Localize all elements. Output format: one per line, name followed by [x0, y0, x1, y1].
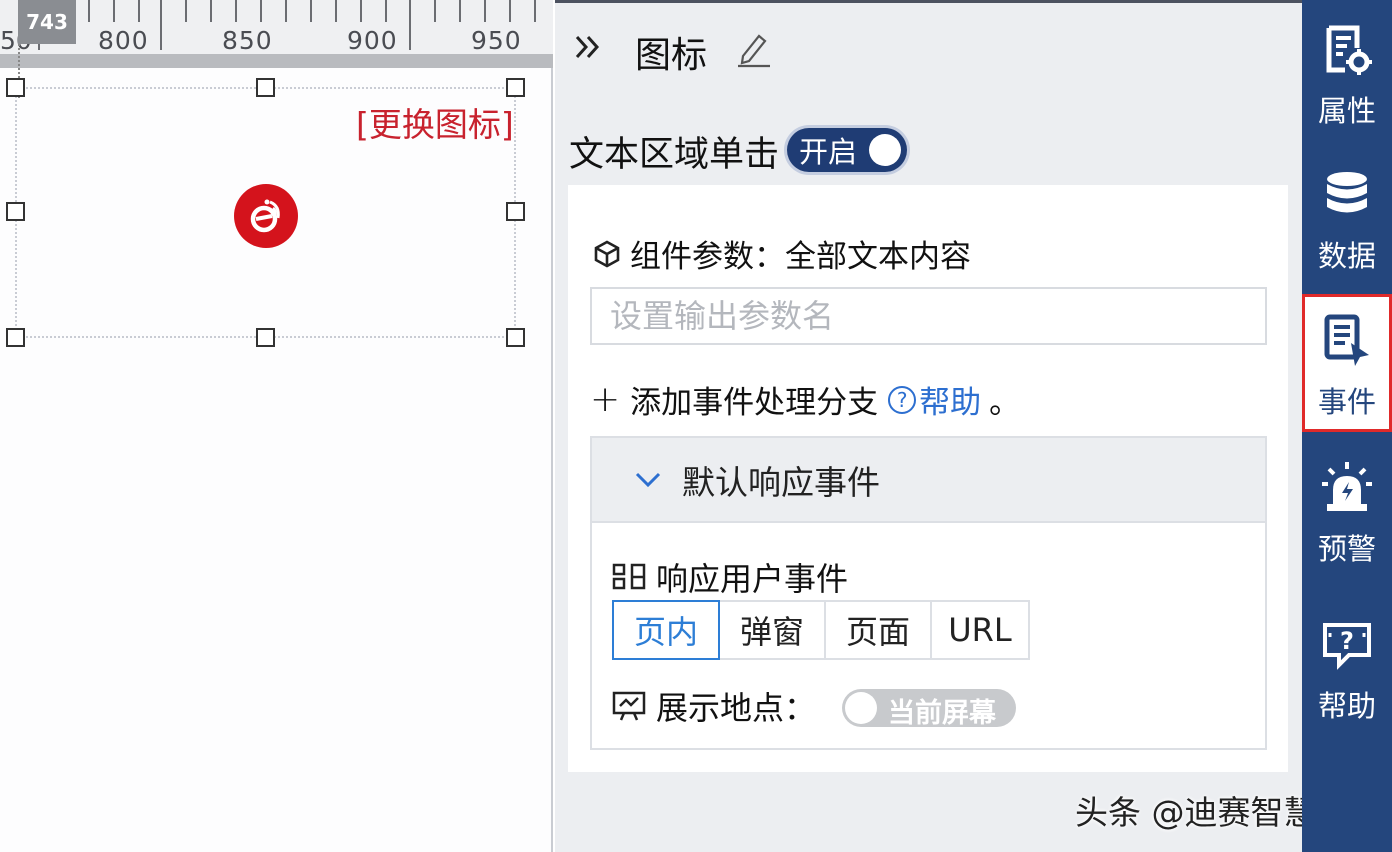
replace-icon-link[interactable]: [更换图标] — [356, 98, 514, 146]
ruler-tick — [534, 0, 536, 22]
tab-in-page[interactable]: 页内 — [612, 600, 720, 660]
ruler-tick — [285, 0, 287, 22]
response-user-event-label: 响应用户事件 — [656, 560, 849, 598]
alarm-siren-icon — [1322, 462, 1372, 511]
text-click-label: 文本区域单击 — [569, 135, 780, 175]
ruler-tick — [484, 0, 486, 22]
sentence-period: 。 — [989, 385, 1021, 421]
ruler-tick — [260, 0, 262, 22]
resize-handle-s[interactable] — [256, 328, 275, 347]
default-event-collapse: 默认响应事件 响应用户事件 页内 弹窗 页面 URL 展示地点： 当前屏幕 — [590, 436, 1267, 750]
cube-icon — [594, 240, 620, 267]
sidebar-item-events[interactable]: 事件 — [1302, 294, 1392, 432]
ruler-tick-label: 900 — [347, 26, 398, 54]
ruler-tick — [88, 0, 90, 22]
add-event-branch-row[interactable]: + 添加事件处理分支 ? 帮助 。 — [590, 377, 1020, 422]
resize-handle-sw[interactable] — [6, 328, 25, 347]
tab-url[interactable]: URL — [930, 600, 1030, 660]
design-canvas[interactable]: 50 800 850 900 950 743 [更换图标] — [0, 0, 553, 852]
resize-handle-se[interactable] — [506, 328, 525, 347]
event-config-card: 组件参数：全部文本内容 + 添加事件处理分支 ? 帮助 。 默认响应事件 — [568, 185, 1288, 772]
event-target-tabs: 页内 弹窗 页面 URL — [612, 600, 1030, 660]
resize-handle-ne[interactable] — [506, 78, 525, 97]
ruler-tick — [385, 0, 387, 22]
response-user-event-row: 响应用户事件 — [612, 554, 848, 600]
logo-glyph-icon — [250, 199, 280, 233]
ruler-tick — [434, 0, 436, 22]
sitemap-icon — [612, 563, 646, 590]
ruler-tick-label: 800 — [98, 26, 149, 54]
sidebar-item-label: 帮助 — [1317, 689, 1376, 723]
ruler-tick — [509, 0, 511, 22]
double-chevron-right-icon[interactable] — [573, 30, 603, 71]
toggle-knob — [869, 134, 901, 166]
ruler-tick — [138, 0, 140, 22]
question-circle-icon: ? — [888, 385, 917, 414]
ruler-tick — [210, 0, 212, 22]
ruler-tick — [310, 0, 312, 22]
settings-document-icon — [1326, 25, 1372, 75]
app-window: 50 800 850 900 950 743 [更换图标] 图标 文本区域单击 … — [0, 0, 1392, 852]
ruler-tick — [113, 0, 115, 22]
event-document-cursor-icon — [1324, 314, 1369, 366]
output-param-name-input[interactable] — [590, 287, 1267, 345]
display-location-label: 展示地点： — [656, 689, 817, 727]
toggle-label: 当前屏幕 — [888, 698, 996, 729]
ruler-tick — [409, 0, 411, 50]
text-click-toggle[interactable]: 开启 — [787, 128, 907, 172]
panel-top-border — [555, 0, 1302, 3]
toggle-knob — [845, 692, 877, 724]
pencil-icon[interactable] — [737, 30, 771, 68]
ruler-tick — [360, 0, 362, 22]
ruler-scroll-track[interactable] — [0, 54, 553, 68]
resize-handle-nw[interactable] — [6, 78, 25, 97]
add-event-branch-label[interactable]: 添加事件处理分支 — [630, 377, 878, 422]
ruler-tick-label: 850 — [222, 26, 273, 54]
display-location-toggle[interactable]: 当前屏幕 — [842, 689, 1016, 729]
help-question-icon: ? — [1323, 623, 1371, 670]
help-link[interactable]: ? 帮助 — [888, 377, 981, 422]
chevron-down-icon — [635, 472, 661, 487]
display-location-row: 展示地点： — [612, 683, 816, 729]
ruler-tick — [185, 0, 187, 22]
svg-text:?: ? — [1340, 627, 1354, 655]
panel-title: 图标 — [635, 35, 708, 76]
horizontal-ruler: 50 800 850 900 950 743 — [0, 0, 553, 54]
ruler-tick — [160, 0, 162, 50]
ruler-tick — [335, 0, 337, 22]
help-link-label[interactable]: 帮助 — [919, 377, 981, 422]
sidebar-item-alerts[interactable]: 预警 — [1302, 438, 1392, 578]
ruler-tick — [459, 0, 461, 22]
sidebar-item-label: 数据 — [1317, 239, 1376, 273]
tab-page[interactable]: 页面 — [824, 600, 932, 660]
ruler-tick — [235, 0, 237, 22]
sidebar-item-label: 属性 — [1317, 94, 1376, 128]
resize-handle-n[interactable] — [256, 78, 275, 97]
resize-handle-w[interactable] — [6, 202, 25, 221]
right-sidebar: 属性 数据 事件 预警 ? 帮助 — [1302, 0, 1392, 852]
database-icon — [1327, 172, 1367, 213]
component-param-row: 组件参数：全部文本内容 — [592, 231, 971, 276]
sidebar-item-help[interactable]: ? 帮助 — [1302, 595, 1392, 735]
tab-popup[interactable]: 弹窗 — [718, 600, 826, 660]
component-param-label: 组件参数：全部文本内容 — [630, 239, 971, 275]
plus-icon: + — [590, 379, 621, 420]
ruler-tick-label: 950 — [471, 26, 522, 54]
app-logo-icon[interactable] — [234, 184, 298, 248]
resize-handle-e[interactable] — [506, 202, 525, 221]
sidebar-item-label: 事件 — [1317, 385, 1376, 419]
ruler-position-readout: 743 — [18, 0, 76, 44]
default-event-header[interactable]: 默认响应事件 — [592, 438, 1265, 523]
presentation-icon — [612, 691, 646, 721]
toggle-label: 开启 — [799, 135, 858, 169]
sidebar-item-label: 预警 — [1317, 532, 1376, 566]
sidebar-item-properties[interactable]: 属性 — [1302, 0, 1392, 140]
config-panel: 图标 文本区域单击 开启 组件参数：全部文本内容 + 添加事件处理分支 — [555, 0, 1350, 852]
sidebar-item-data[interactable]: 数据 — [1302, 145, 1392, 285]
default-event-title: 默认响应事件 — [682, 462, 880, 502]
